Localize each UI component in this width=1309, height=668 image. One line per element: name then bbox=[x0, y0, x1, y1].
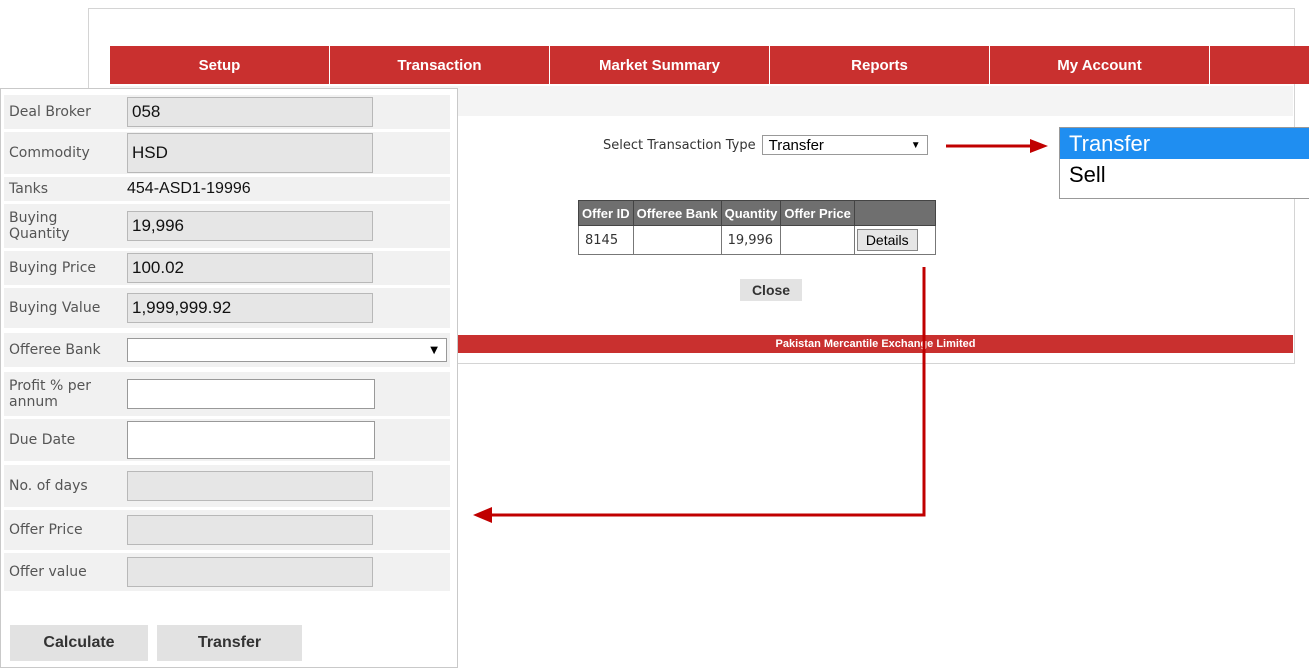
annotation-arrows bbox=[473, 139, 1048, 523]
arrow-icon bbox=[946, 139, 1048, 153]
arrow-icon bbox=[473, 267, 926, 523]
